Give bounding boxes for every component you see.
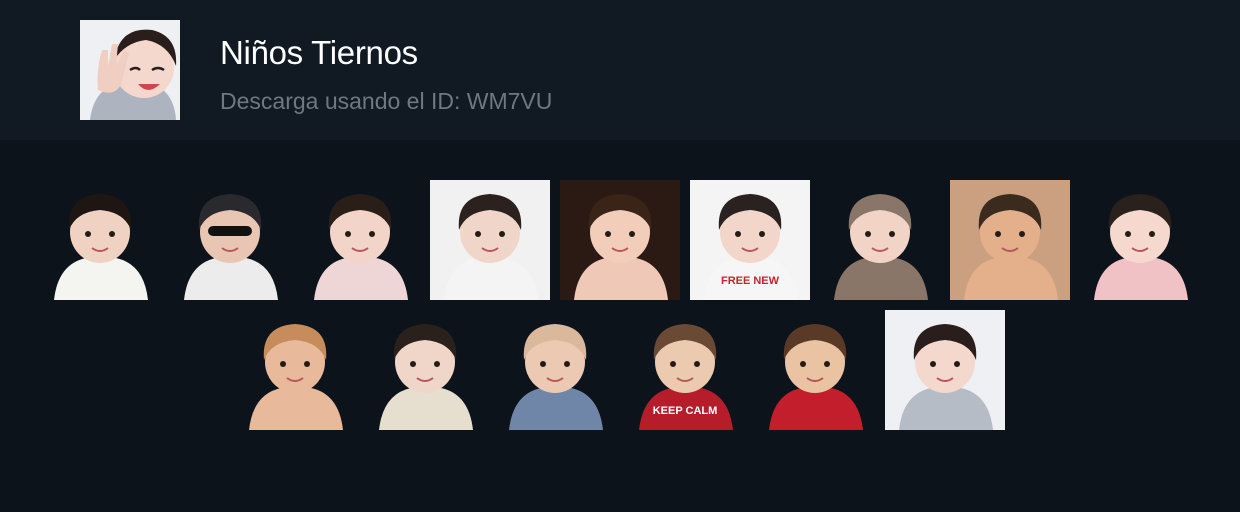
- sticker-girl-thumbs-up-beige[interactable]: [365, 310, 485, 430]
- sticker-baby-sitting-sweater-image: [509, 324, 603, 430]
- sticker-girl-free-shirt[interactable]: FREE NEW: [690, 180, 810, 300]
- sticker-child-bear-hat-heart[interactable]: [820, 180, 940, 300]
- sticker-girl-waving-image: [885, 310, 1005, 430]
- sticker-girl-waving[interactable]: [885, 310, 1005, 430]
- sticker-baby-sitting-sweater[interactable]: [495, 310, 615, 430]
- sticker-girl-heart-hands-image: [314, 194, 408, 300]
- sticker-baby-smirk[interactable]: [235, 310, 355, 430]
- sticker-boy-keep-calm-image: KEEP CALM: [639, 324, 733, 430]
- sticker-girl-pouting-image: [560, 180, 680, 300]
- sticker-boy-grinning-red-image: [769, 324, 863, 430]
- sticker-girl-smiling-bob[interactable]: [430, 180, 550, 300]
- sticker-girl-pouting[interactable]: [560, 180, 680, 300]
- sticker-baby-closeup-smile-image: [950, 180, 1070, 300]
- sticker-boy-keep-calm[interactable]: KEEP CALM: [625, 310, 745, 430]
- sticker-girl-smiling-bob-image: [430, 180, 550, 300]
- sticker-girl-free-shirt-image: FREE NEW: [690, 180, 810, 300]
- sticker-baby-closeup-smile[interactable]: [950, 180, 1070, 300]
- sticker-girl-thumbs-up-beige-image: [379, 324, 473, 430]
- sticker-girl-pink-hood-image: [1094, 194, 1188, 300]
- svg-text:FREE NEW: FREE NEW: [721, 275, 780, 287]
- sticker-girl-heart-hands[interactable]: [300, 180, 420, 300]
- sticker-boy-sunglasses-thumbs-up[interactable]: [170, 180, 290, 300]
- sticker-grid: FREE NEW KEEP CALM: [0, 0, 1240, 512]
- sticker-boy-sunglasses-thumbs-up-image: [184, 194, 278, 300]
- sticker-boy-staring[interactable]: [40, 180, 160, 300]
- sticker-child-bear-hat-heart-image: [834, 194, 928, 300]
- sticker-boy-grinning-red[interactable]: [755, 310, 875, 430]
- sticker-baby-smirk-image: [249, 324, 343, 430]
- svg-text:KEEP CALM: KEEP CALM: [653, 405, 718, 417]
- sticker-boy-staring-image: [54, 194, 148, 300]
- sticker-girl-pink-hood[interactable]: [1080, 180, 1200, 300]
